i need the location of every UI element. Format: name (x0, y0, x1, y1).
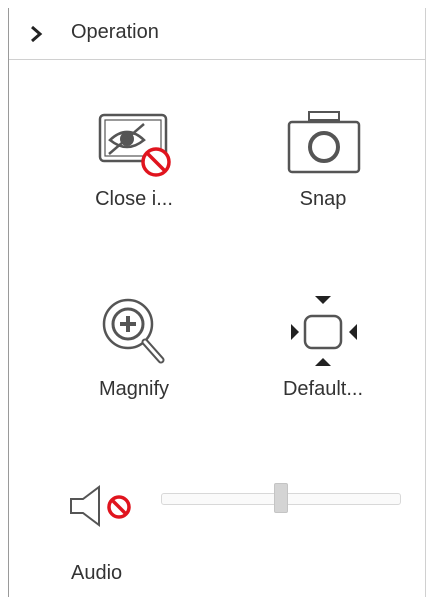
magnify-label: Magnify (98, 378, 170, 400)
panel-title: Operation (71, 21, 159, 43)
snap-button[interactable]: Snap (253, 110, 393, 211)
volume-slider-thumb[interactable] (274, 483, 288, 513)
close-image-icon (98, 113, 171, 177)
operation-panel: Operation Close i... Snap Magnify Defaul… (8, 8, 426, 597)
audio-label: Audio (71, 562, 123, 584)
speaker-muted-icon[interactable] (69, 483, 149, 529)
snap-label: Snap (299, 188, 347, 210)
magnify-icon (102, 298, 165, 364)
default-view-icon (291, 296, 357, 366)
default-view-button[interactable]: Default... (253, 294, 393, 401)
default-view-label: Default... (282, 378, 364, 400)
magnify-button[interactable]: Magnify (64, 294, 204, 401)
chevron-right-icon[interactable] (28, 25, 44, 43)
close-image-button[interactable]: Close i... (64, 110, 204, 211)
camera-icon (287, 111, 361, 174)
panel-header[interactable]: Operation (9, 8, 425, 60)
volume-slider[interactable] (161, 483, 401, 513)
close-image-label: Close i... (95, 188, 173, 210)
